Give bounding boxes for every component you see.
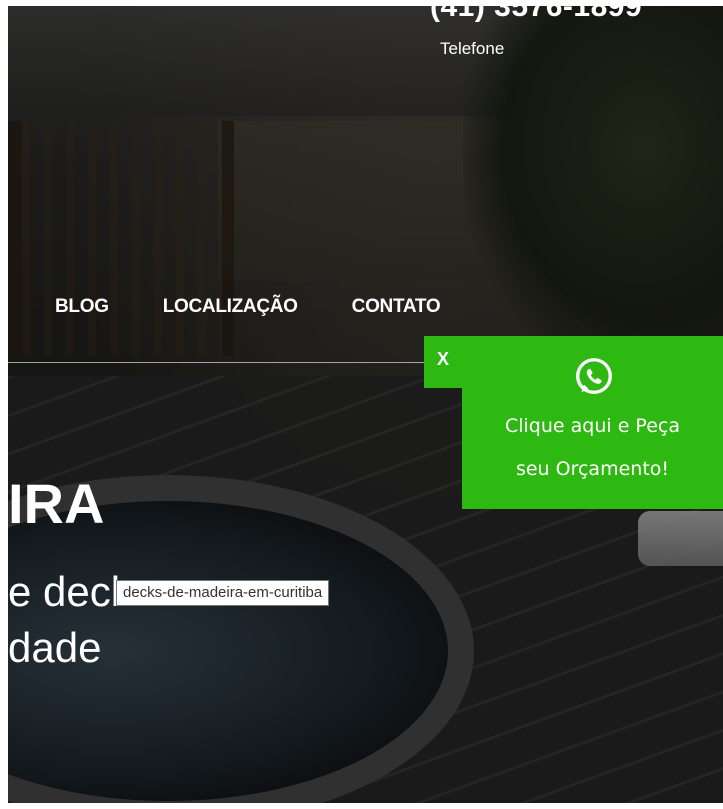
image-tooltip: decks-de-madeira-em-curitiba <box>116 580 330 606</box>
whatsapp-text-line1: Clique aqui e Peça <box>504 415 680 437</box>
nav-divider <box>8 362 428 363</box>
hero-subtitle-line1: e deck <box>8 568 132 615</box>
nav-item-contato[interactable]: CONTATO <box>352 296 441 318</box>
whatsapp-close-button[interactable]: X <box>424 336 462 388</box>
hero-subtitle-line2: dade <box>8 624 102 671</box>
whatsapp-icon <box>576 358 612 395</box>
whatsapp-cta-button[interactable]: Clique aqui e Peça seu Orçamento! <box>462 336 723 509</box>
whatsapp-text-line2: seu Orçamento! <box>515 458 670 480</box>
phone-label: Telefone <box>440 39 505 58</box>
main-nav: BLOG LOCALIZAÇÃO CONTATO <box>55 296 441 318</box>
phone-number[interactable]: (41) 3576-1899 <box>430 0 642 24</box>
nav-item-blog[interactable]: BLOG <box>55 296 109 318</box>
nav-item-localizacao[interactable]: LOCALIZAÇÃO <box>163 296 298 318</box>
hero-title: IRA <box>8 472 105 535</box>
